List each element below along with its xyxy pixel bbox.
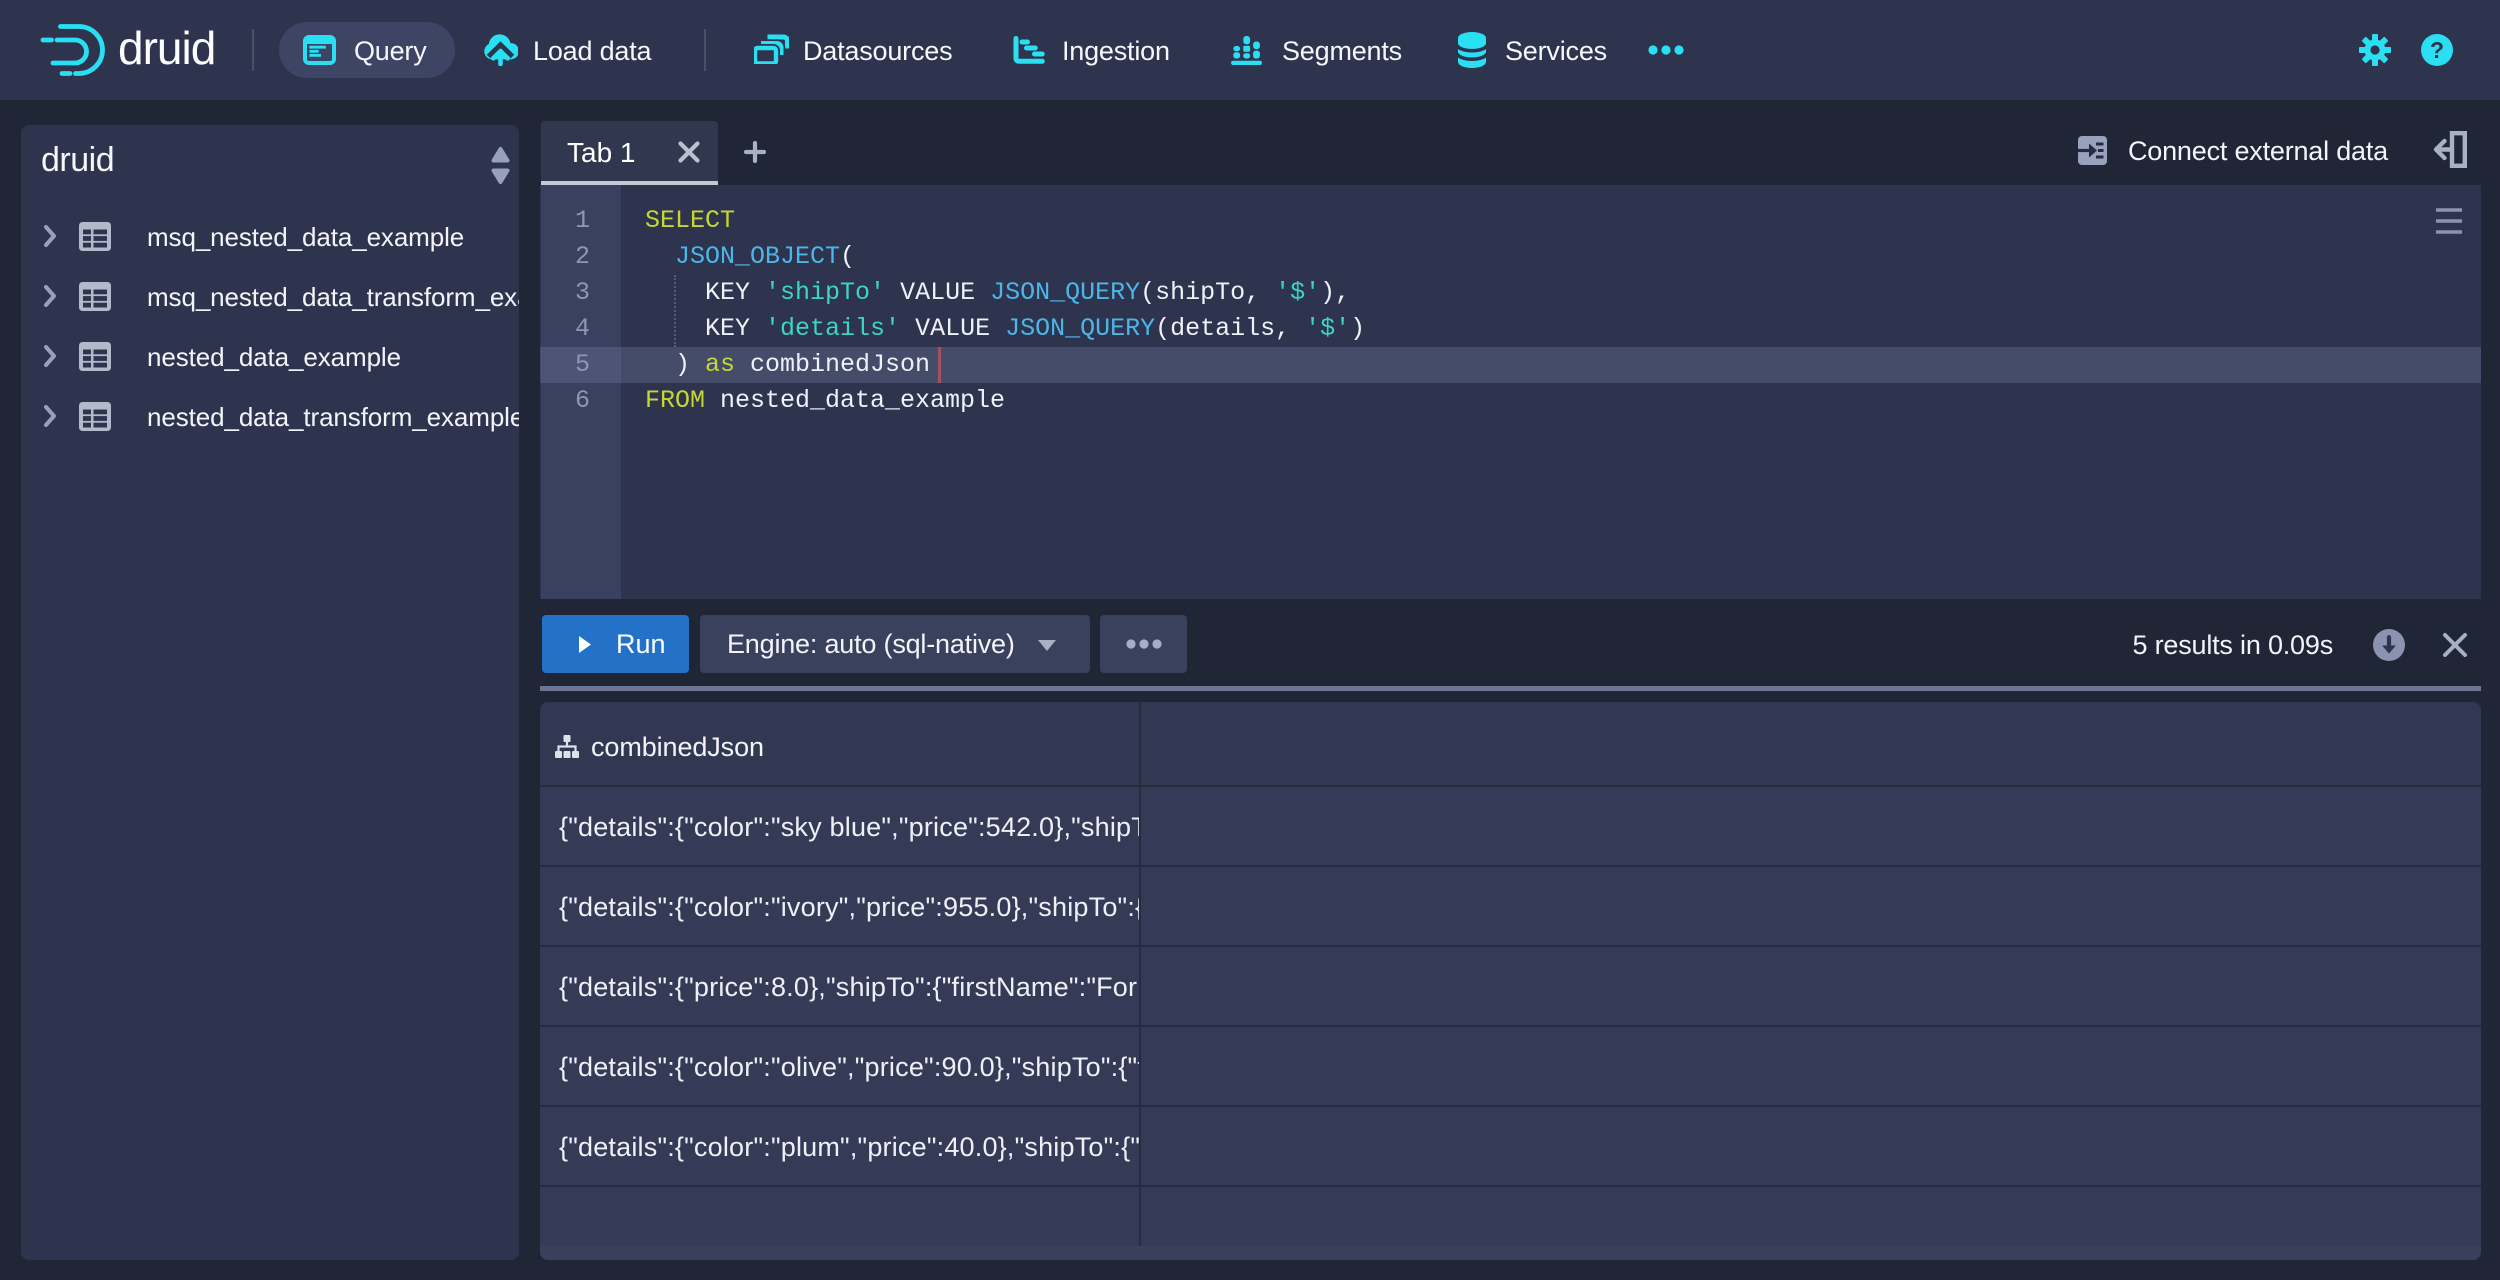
svg-text:?: ? <box>2430 37 2444 63</box>
